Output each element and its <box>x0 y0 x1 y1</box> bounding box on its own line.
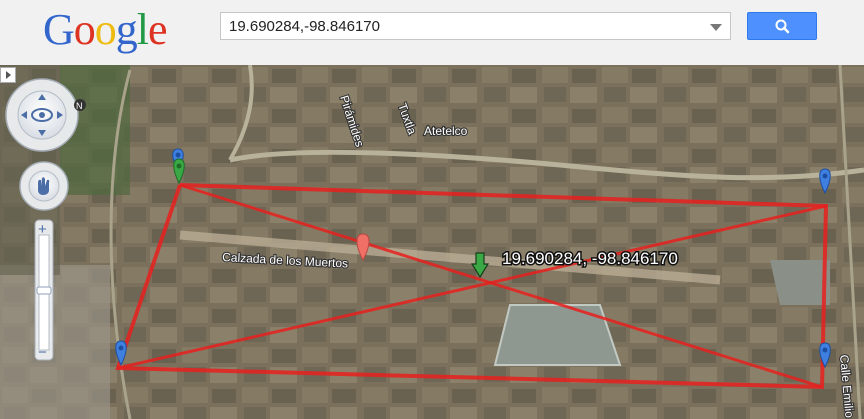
side-panel-toggle[interactable] <box>0 67 16 83</box>
town-area <box>0 265 110 419</box>
search-icon <box>775 19 790 34</box>
google-logo[interactable]: Google <box>43 5 168 55</box>
search-box[interactable] <box>220 12 731 40</box>
pyramid-structure <box>493 304 622 366</box>
logo-letter-1: o <box>73 5 96 54</box>
hand-icon <box>38 177 50 195</box>
logo-letter-4: l <box>136 5 149 54</box>
pan-control[interactable] <box>5 78 79 152</box>
zoom-in-button[interactable]: + <box>38 221 47 238</box>
map-view[interactable]: Pirámides Tuxtla Atetelco Calzada de los… <box>0 65 864 419</box>
zoom-slider[interactable]: + − <box>34 219 54 361</box>
zoom-handle[interactable] <box>36 286 52 295</box>
compass-north[interactable]: N <box>74 99 86 111</box>
svg-text:N: N <box>76 101 83 111</box>
top-bar: Google <box>0 0 864 66</box>
ruins-structure <box>770 260 830 305</box>
coordinate-label: 19.690284, -98.846170 <box>502 249 678 268</box>
search-input[interactable] <box>229 13 699 39</box>
road-label-atetelco: Atetelco <box>424 124 468 138</box>
zoom-out-button[interactable]: − <box>38 344 47 361</box>
street-view-control[interactable] <box>19 161 69 211</box>
satellite-map[interactable]: Pirámides Tuxtla Atetelco Calzada de los… <box>0 65 864 419</box>
search-button[interactable] <box>747 12 817 40</box>
dropdown-arrow-icon[interactable] <box>710 24 722 31</box>
logo-letter-2: o <box>94 5 117 54</box>
logo-letter-3: g <box>115 5 138 54</box>
logo-letter-0: G <box>43 5 75 54</box>
logo-letter-5: e <box>148 5 168 54</box>
